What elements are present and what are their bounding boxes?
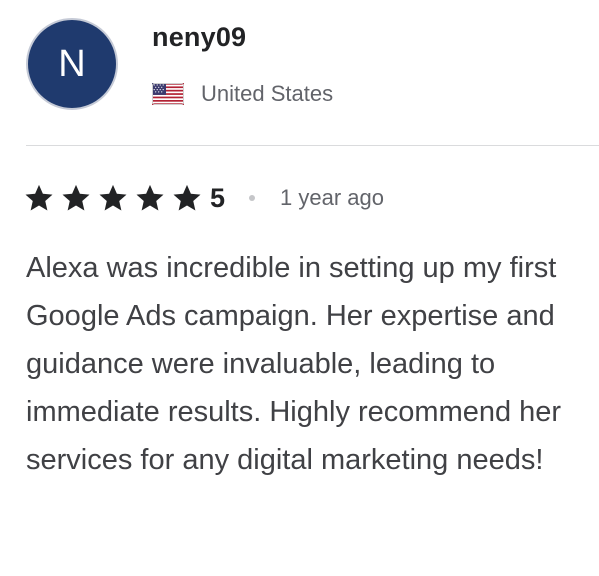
reviewer-username[interactable]: neny09 bbox=[152, 22, 246, 53]
rating-row: 5 1 year ago bbox=[24, 178, 384, 218]
star-icon bbox=[173, 184, 201, 211]
star-icon bbox=[99, 184, 127, 211]
us-flag-icon bbox=[152, 83, 184, 105]
star-rating bbox=[24, 183, 209, 213]
separator-dot bbox=[249, 195, 256, 201]
avatar[interactable]: N bbox=[26, 18, 118, 110]
review-text: Alexa was incredible in setting up my fi… bbox=[26, 252, 562, 476]
review-time: 1 year ago bbox=[280, 185, 384, 210]
rating-value: 5 bbox=[210, 182, 226, 213]
star-icon bbox=[136, 184, 164, 211]
divider bbox=[26, 145, 599, 146]
reviewer-country: United States bbox=[152, 78, 333, 110]
star-icon bbox=[62, 184, 90, 211]
review-card: N neny09 United States 5 1 year ago Alex… bbox=[0, 0, 599, 576]
country-name: United States bbox=[201, 81, 334, 106]
star-icon bbox=[25, 184, 53, 211]
avatar-letter: N bbox=[58, 42, 86, 85]
